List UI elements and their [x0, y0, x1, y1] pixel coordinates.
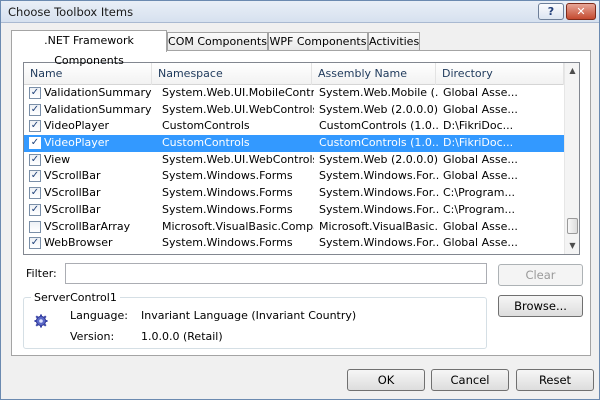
- cell-directory: D:\FikriDoc...: [443, 119, 514, 133]
- cell-directory: Global Asse...: [443, 86, 518, 99]
- cell-name: ValidationSummary: [44, 86, 152, 99]
- row-checkbox[interactable]: ✓: [29, 87, 41, 99]
- row-checkbox[interactable]: [29, 220, 41, 233]
- row-checkbox[interactable]: ✓: [29, 187, 41, 200]
- cell-directory: C:\Program...: [443, 186, 515, 200]
- tab-activities[interactable]: Activities: [368, 32, 420, 51]
- scrollbar-thumb[interactable]: [567, 218, 578, 234]
- title-bar[interactable]: Choose Toolbox Items ? ✕: [1, 1, 599, 23]
- cell-assembly: System.Web (2.0.0.0): [319, 102, 439, 116]
- cell-assembly: System.Windows.For...: [319, 169, 439, 183]
- cell-assembly: CustomControls (1.0....: [319, 119, 439, 133]
- language-label: Language:: [70, 309, 128, 322]
- cell-assembly: System.Windows.For...: [319, 186, 439, 200]
- cell-name: VideoPlayer: [44, 136, 110, 150]
- table-row[interactable]: ✓ VScrollBar System.Windows.Forms System…: [24, 185, 564, 202]
- tab-panel: Name Namespace Assembly Name Directory ✓…: [11, 50, 591, 356]
- column-header-namespace[interactable]: Namespace: [152, 63, 312, 85]
- cell-directory: Global Asse...: [443, 169, 518, 183]
- list-rows: ✓ ValidationSummary System.Web.UI.Mobile…: [24, 85, 564, 252]
- table-row[interactable]: ✓ View System.Web.UI.WebControls System.…: [24, 152, 564, 169]
- cell-assembly: Microsoft.VisualBasic....: [319, 219, 439, 233]
- version-value: 1.0.0.0 (Retail): [141, 330, 223, 343]
- cell-namespace: System.Windows.Forms: [162, 169, 293, 183]
- cell-directory: C:\Program...: [443, 202, 515, 216]
- help-button[interactable]: ?: [538, 3, 564, 20]
- window-title: Choose Toolbox Items: [8, 5, 134, 19]
- tab-com-components[interactable]: COM Components: [167, 32, 268, 51]
- table-row[interactable]: ✓ VScrollBar System.Windows.Forms System…: [24, 202, 564, 219]
- scroll-down-arrow-icon[interactable]: ▼: [565, 238, 579, 254]
- table-row[interactable]: VScrollBarArray Microsoft.VisualBasic.Co…: [24, 219, 564, 236]
- scroll-up-arrow-icon[interactable]: ▲: [565, 63, 579, 79]
- cell-assembly: CustomControls (1.0....: [319, 136, 439, 150]
- close-button[interactable]: ✕: [566, 3, 596, 20]
- row-checkbox[interactable]: ✓: [29, 203, 41, 216]
- table-row[interactable]: ✓ ValidationSummary System.Web.UI.Mobile…: [24, 85, 564, 102]
- cell-name: VScrollBarArray: [44, 219, 131, 233]
- tab-net-framework-components[interactable]: .NET Framework Components: [11, 30, 167, 67]
- cell-namespace: System.Web.UI.MobileContr...: [162, 86, 314, 99]
- row-checkbox[interactable]: ✓: [29, 170, 41, 183]
- cell-directory: Global Asse...: [443, 152, 518, 166]
- table-row[interactable]: ✓ ValidationSummary System.Web.UI.WebCon…: [24, 102, 564, 119]
- ok-button[interactable]: OK: [347, 369, 425, 391]
- choose-toolbox-items-dialog: Choose Toolbox Items ? ✕ .NET Framework …: [0, 0, 600, 400]
- cell-assembly: System.Windows.For...: [319, 236, 439, 250]
- table-row[interactable]: ✓ VideoPlayer CustomControls CustomContr…: [24, 118, 564, 135]
- cell-namespace: System.Windows.Forms: [162, 186, 293, 200]
- cell-namespace: System.Windows.Forms: [162, 202, 293, 216]
- cell-namespace: System.Windows.Forms: [162, 236, 293, 250]
- browse-button[interactable]: Browse...: [498, 295, 583, 317]
- cancel-button[interactable]: Cancel: [431, 369, 509, 391]
- filter-input[interactable]: [65, 263, 487, 284]
- row-checkbox[interactable]: ✓: [29, 137, 41, 150]
- cell-name: View: [44, 152, 71, 166]
- cell-name: VideoPlayer: [44, 119, 110, 133]
- cell-name: VScrollBar: [44, 169, 101, 183]
- cell-directory: D:\FikriDoc...: [443, 136, 514, 150]
- list-scrollbar[interactable]: ▲ ▼: [564, 63, 579, 254]
- row-checkbox[interactable]: ✓: [29, 103, 41, 116]
- cell-namespace: System.Web.UI.WebControls: [162, 102, 314, 116]
- filter-label: Filter:: [26, 267, 57, 280]
- row-checkbox[interactable]: ✓: [29, 153, 41, 166]
- reset-button[interactable]: Reset: [516, 369, 594, 391]
- cell-name: VScrollBar: [44, 202, 101, 216]
- column-header-directory[interactable]: Directory: [436, 63, 564, 85]
- cell-assembly: System.Web (2.0.0.0): [319, 152, 439, 166]
- table-row[interactable]: ✓ WebBrowser System.Windows.Forms System…: [24, 235, 564, 252]
- cell-assembly: System.Windows.For...: [319, 202, 439, 216]
- tab-wpf-components[interactable]: WPF Components: [268, 32, 368, 51]
- details-group-title: ServerControl1: [31, 291, 120, 304]
- cell-name: ValidationSummary: [44, 102, 152, 116]
- cell-namespace: CustomControls: [162, 136, 250, 150]
- row-checkbox[interactable]: ✓: [29, 120, 41, 133]
- cell-directory: Global Asse...: [443, 236, 518, 250]
- language-value: Invariant Language (Invariant Country): [141, 309, 357, 322]
- row-checkbox[interactable]: ✓: [29, 237, 41, 250]
- version-label: Version:: [70, 330, 115, 343]
- details-groupbox: ServerControl1 Language: Invariant Langu…: [23, 291, 487, 349]
- table-row[interactable]: ✓ VideoPlayer CustomControls CustomContr…: [24, 135, 564, 152]
- cell-assembly: System.Web.Mobile (...: [319, 86, 439, 99]
- cell-namespace: Microsoft.VisualBasic.Compa...: [162, 219, 314, 233]
- cell-name: VScrollBar: [44, 186, 101, 200]
- column-header-assembly-name[interactable]: Assembly Name: [312, 63, 436, 85]
- cell-directory: Global Asse...: [443, 102, 518, 116]
- cell-namespace: System.Web.UI.WebControls: [162, 152, 314, 166]
- cell-directory: Global Asse...: [443, 219, 518, 233]
- table-row[interactable]: ✓ VScrollBar System.Windows.Forms System…: [24, 168, 564, 185]
- cell-namespace: CustomControls: [162, 119, 250, 133]
- cell-name: WebBrowser: [44, 236, 113, 250]
- gear-icon: [34, 314, 48, 328]
- components-list[interactable]: Name Namespace Assembly Name Directory ✓…: [23, 62, 580, 255]
- clear-button[interactable]: Clear: [498, 264, 583, 286]
